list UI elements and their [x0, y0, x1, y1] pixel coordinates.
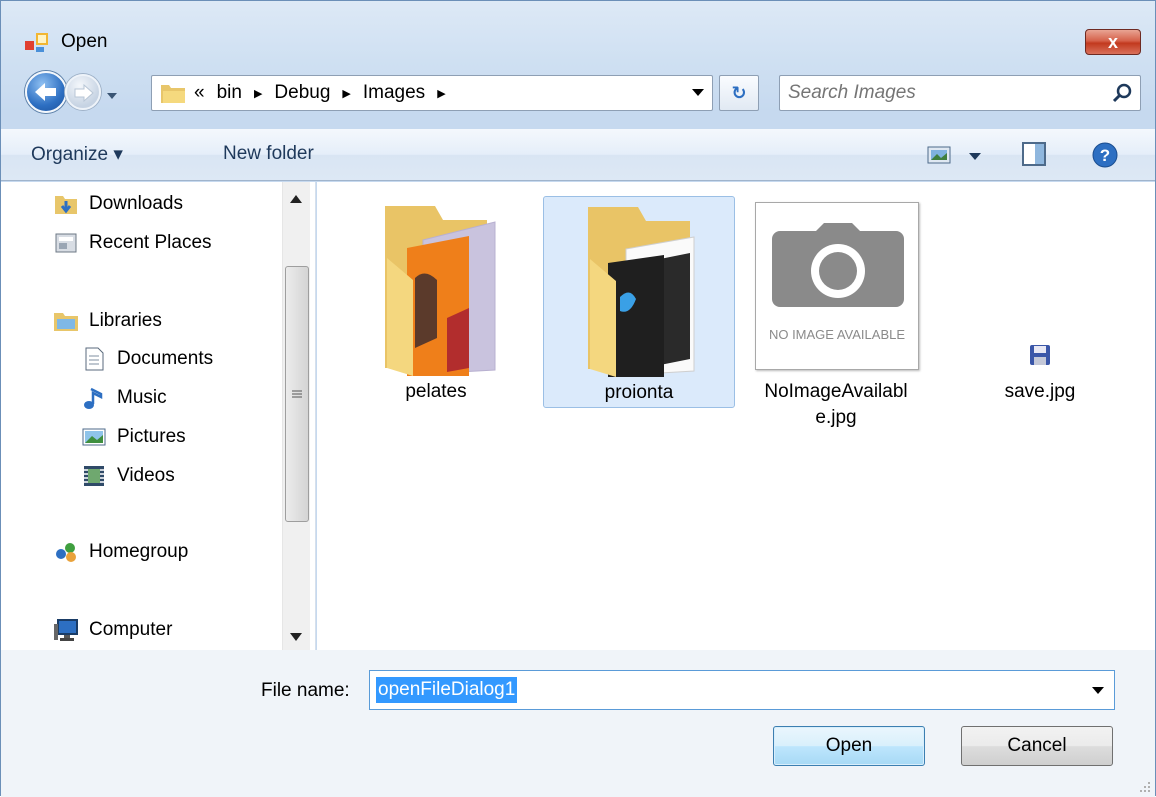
open-file-dialog: Open x « bin ▶ Debug ▶ Images ▶ ↻ Search…	[0, 0, 1156, 797]
back-button[interactable]	[25, 71, 67, 113]
videos-icon	[84, 466, 104, 486]
forward-arrow-icon	[74, 83, 94, 103]
close-button[interactable]: x	[1085, 29, 1141, 55]
navigation-row: « bin ▶ Debug ▶ Images ▶ ↻	[1, 59, 1155, 113]
navigation-pane: Downloads Recent Places Libraries Docume…	[1, 182, 316, 650]
refresh-button[interactable]: ↻	[719, 75, 759, 111]
scroll-down-icon[interactable]	[289, 632, 303, 642]
thumbnail-caption: NO IMAGE AVAILABLE	[768, 327, 906, 342]
floppy-save-icon	[1030, 345, 1050, 365]
file-name-label: File name:	[261, 680, 350, 701]
image-thumbnail: NO IMAGE AVAILABLE	[755, 202, 919, 370]
file-name-combobox[interactable]: openFileDialog1	[369, 670, 1115, 710]
chevron-right-icon[interactable]: ▶	[437, 87, 445, 100]
organize-button[interactable]: Organize ▾	[31, 143, 123, 166]
file-list: pelates proionta NO IMAGE AVAILABLE NoIm…	[317, 182, 1155, 650]
cancel-button[interactable]: Cancel	[961, 726, 1113, 766]
search-icon[interactable]	[1112, 83, 1132, 103]
recent-places-icon	[55, 233, 77, 253]
chevron-down-icon[interactable]	[1092, 687, 1104, 695]
nav-label: Pictures	[117, 426, 186, 447]
chevron-right-icon[interactable]: ▶	[342, 87, 350, 100]
svg-text:?: ?	[1100, 146, 1110, 165]
downloads-icon	[55, 196, 77, 214]
recent-pages-dropdown-icon[interactable]	[105, 89, 119, 103]
folder-thumbnail-icon	[588, 207, 695, 377]
homegroup-icon	[56, 543, 76, 562]
nav-item-pictures[interactable]: Pictures	[81, 425, 186, 449]
file-item-folder-selected[interactable]: proionta	[543, 196, 735, 408]
nav-label: Music	[117, 387, 167, 408]
file-item-image[interactable]: save.jpg	[947, 196, 1133, 408]
nav-label: Recent Places	[89, 232, 212, 253]
camera-icon	[772, 223, 904, 307]
nav-item-recent-places[interactable]: Recent Places	[53, 231, 212, 255]
nav-item-music[interactable]: Music	[81, 386, 167, 410]
nav-item-videos[interactable]: Videos	[81, 464, 175, 488]
file-name: save.jpg	[1004, 381, 1076, 402]
nav-item-libraries[interactable]: Libraries	[53, 309, 162, 333]
nav-item-homegroup[interactable]: Homegroup	[53, 540, 188, 564]
address-dropdown-icon[interactable]	[692, 89, 704, 97]
folder-thumbnail-icon	[385, 206, 496, 376]
breadcrumb-images[interactable]: Images	[363, 82, 425, 104]
libraries-icon	[54, 313, 78, 331]
nav-item-documents[interactable]: Documents	[81, 347, 213, 371]
folder-icon	[161, 85, 185, 103]
nav-label: Downloads	[89, 193, 183, 214]
bottom-panel: File name: openFileDialog1 Open Cancel	[1, 650, 1155, 797]
file-name: pelates	[405, 381, 467, 402]
breadcrumb-debug[interactable]: Debug	[274, 82, 330, 104]
grip-icon	[292, 390, 302, 398]
close-icon: x	[1107, 32, 1118, 52]
nav-label: Libraries	[89, 310, 162, 331]
forward-button[interactable]	[65, 74, 101, 110]
help-icon[interactable]: ?	[1091, 141, 1119, 169]
music-icon	[84, 387, 103, 409]
address-bar[interactable]: « bin ▶ Debug ▶ Images ▶	[151, 75, 713, 111]
nav-item-computer[interactable]: Computer	[53, 618, 172, 642]
title-bar[interactable]: Open x	[1, 1, 1155, 57]
scroll-up-icon[interactable]	[289, 194, 303, 204]
file-name-input[interactable]: openFileDialog1	[376, 677, 518, 703]
nav-label: Homegroup	[89, 541, 189, 562]
breadcrumb-overflow[interactable]: «	[194, 82, 205, 104]
resize-grip-icon[interactable]	[1137, 779, 1151, 793]
view-dropdown-icon[interactable]	[969, 153, 981, 161]
change-view-icon[interactable]	[927, 145, 951, 165]
search-input[interactable]	[788, 80, 1088, 106]
app-icon	[25, 33, 48, 52]
preview-pane-icon[interactable]	[1021, 141, 1047, 167]
documents-icon	[85, 347, 104, 371]
nav-label: Documents	[117, 348, 214, 369]
breadcrumb-bin[interactable]: bin	[217, 82, 242, 104]
refresh-icon: ↻	[731, 83, 747, 103]
file-item-image[interactable]: NO IMAGE AVAILABLE NoImageAvailabl e.jpg	[743, 196, 929, 436]
nav-item-downloads[interactable]: Downloads	[53, 192, 183, 216]
open-button[interactable]: Open	[773, 726, 925, 766]
command-bar: Organize ▾ New folder ?	[1, 129, 1155, 181]
file-name: proionta	[604, 382, 674, 403]
file-name: NoImageAvailabl	[764, 381, 908, 402]
computer-icon	[54, 619, 78, 641]
scrollbar-thumb[interactable]	[285, 266, 309, 522]
file-item-folder[interactable]: pelates	[343, 196, 529, 408]
back-arrow-icon	[35, 83, 56, 101]
window-title: Open	[61, 31, 108, 52]
nav-scrollbar[interactable]	[282, 182, 310, 650]
pictures-icon	[82, 428, 106, 446]
chevron-right-icon[interactable]: ▶	[254, 87, 262, 100]
new-folder-button[interactable]: New folder	[223, 143, 314, 165]
file-name-wrap: e.jpg	[815, 407, 857, 428]
breadcrumb: « bin ▶ Debug ▶ Images ▶	[194, 82, 446, 104]
search-box[interactable]	[779, 75, 1141, 111]
nav-label: Computer	[89, 619, 173, 640]
nav-label: Videos	[117, 465, 175, 486]
